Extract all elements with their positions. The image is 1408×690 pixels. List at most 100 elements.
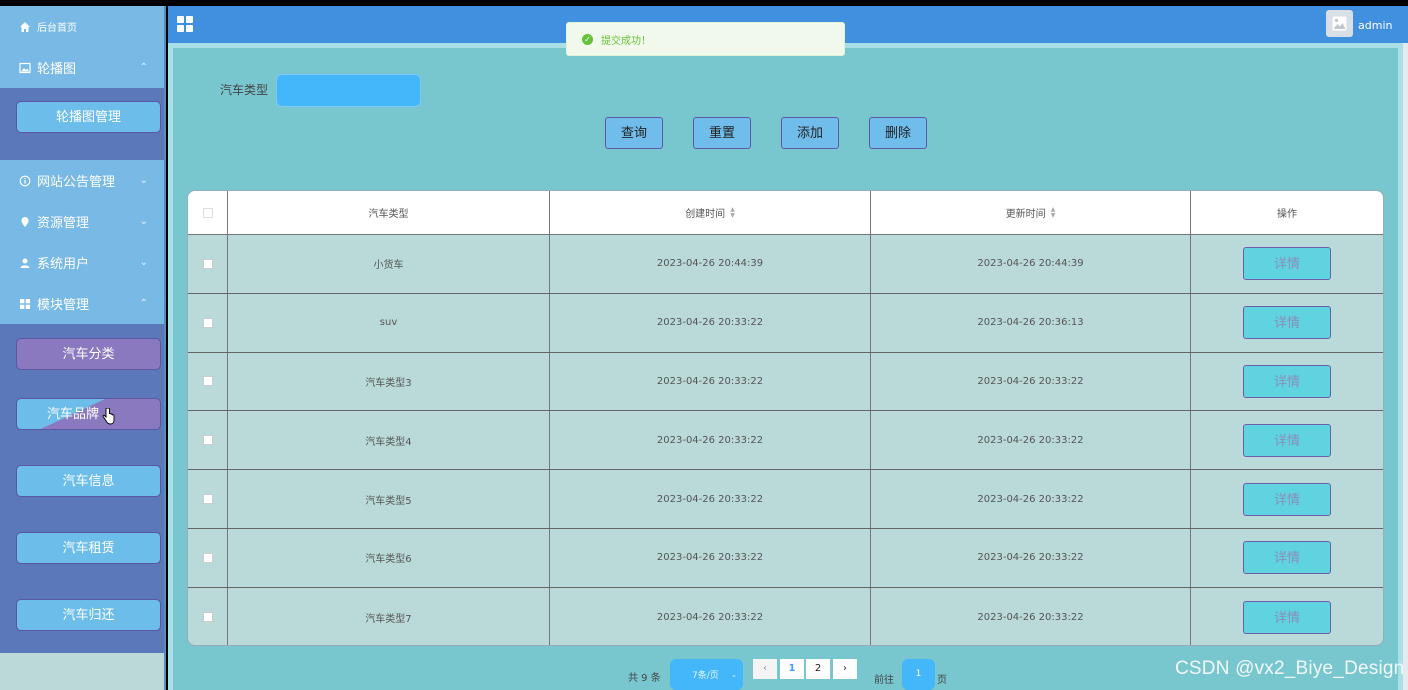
- cell-updated: 2023-04-26 20:33:22: [871, 352, 1191, 411]
- location-icon: [18, 215, 32, 229]
- sidebar-item-car-info[interactable]: 汽车信息: [16, 465, 161, 497]
- pointer-cursor-icon: [102, 406, 115, 436]
- chevron-up-icon: ⌃: [139, 62, 148, 73]
- row-checkbox[interactable]: [202, 494, 213, 505]
- avatar[interactable]: [1326, 10, 1353, 37]
- sidebar-item-label: 系统用户: [37, 257, 90, 272]
- sidebar-item-label: 轮播图: [37, 62, 77, 77]
- sidebar-item-label: 汽车品牌: [47, 406, 100, 421]
- table-row: 汽车类型5 2023-04-26 20:33:22 2023-04-26 20:33…: [188, 470, 1383, 529]
- car-type-input[interactable]: [276, 74, 421, 107]
- avatar-image-icon: [1332, 16, 1347, 31]
- cell-updated: 2023-04-26 20:33:22: [871, 470, 1191, 528]
- add-button[interactable]: 添加: [781, 117, 839, 149]
- cell-created: 2023-04-26 20:33:22: [550, 411, 871, 470]
- chevron-down-icon: ⌄: [139, 216, 148, 227]
- content-panel: 汽车类型 查询 重置 添加 删除 汽车类型 创建时间 ▲ ▼ 更新时间 ▲ ▼ 操作…: [173, 48, 1398, 690]
- table-header: 汽车类型 创建时间 ▲ ▼ 更新时间 ▲ ▼ 操作: [188, 191, 1383, 235]
- total-count: 共 9 条: [628, 673, 661, 684]
- page-size-select[interactable]: 7条/页 ⌄: [670, 659, 743, 690]
- sidebar-item-car-return[interactable]: 汽车归还: [16, 599, 161, 631]
- cell-created: 2023-04-26 20:33:22: [550, 352, 871, 411]
- sidebar-item-carousel-manage[interactable]: 轮播图管理: [16, 101, 161, 133]
- cell-created: 2023-04-26 20:33:22: [550, 528, 871, 587]
- chevron-down-icon: ⌄: [731, 670, 737, 679]
- select-all-checkbox[interactable]: [202, 207, 213, 218]
- sidebar-item-users[interactable]: 系统用户 ⌄: [0, 242, 164, 283]
- watermark: CSDN @vx2_Biye_Design: [1175, 658, 1405, 679]
- row-checkbox[interactable]: [202, 552, 213, 563]
- sidebar-item-label: 网站公告管理: [37, 175, 116, 190]
- data-table: 汽车类型 创建时间 ▲ ▼ 更新时间 ▲ ▼ 操作 小货车 2023-04-26 20…: [187, 190, 1384, 646]
- delete-button[interactable]: 删除: [869, 117, 927, 149]
- row-checkbox[interactable]: [202, 317, 213, 328]
- user-icon: [18, 256, 32, 270]
- cell-updated: 2023-04-26 20:36:13: [871, 293, 1191, 352]
- sort-icon[interactable]: ▲ ▼: [1051, 206, 1056, 219]
- cell-updated: 2023-04-26 20:44:39: [871, 235, 1191, 293]
- cell-created: 2023-04-26 20:44:39: [550, 235, 871, 293]
- sidebar-item-car-brand[interactable]: 汽车品牌: [16, 398, 161, 430]
- toast-message: 提交成功！: [601, 35, 651, 47]
- detail-button[interactable]: 详情: [1243, 482, 1331, 516]
- sidebar-item-notice[interactable]: 网站公告管理 ⌄: [0, 160, 164, 201]
- cell-type: 汽车类型7: [228, 587, 550, 645]
- column-header-updated[interactable]: 更新时间 ▲ ▼: [871, 191, 1191, 234]
- sidebar-item-car-rental[interactable]: 汽车租赁: [16, 532, 161, 564]
- reset-button[interactable]: 重置: [693, 117, 751, 149]
- sidebar: 后台首页 轮播图 ⌃ 轮播图管理 网站公告管理 ⌄ 资源管理 ⌄ 系统用户 ⌄ …: [0, 6, 166, 690]
- table-row: 汽车类型6 2023-04-26 20:33:22 2023-04-26 20:33…: [188, 528, 1383, 588]
- row-checkbox[interactable]: [202, 435, 213, 446]
- grid-icon: [18, 297, 32, 311]
- username[interactable]: admin: [1358, 19, 1392, 32]
- page-1-button[interactable]: 1: [780, 659, 804, 679]
- next-page-button[interactable]: ›: [833, 659, 857, 679]
- cell-type: 汽车类型3: [228, 352, 550, 411]
- chevron-up-icon: ⌃: [139, 298, 148, 309]
- filter-label: 汽车类型: [220, 83, 269, 97]
- query-button[interactable]: 查询: [605, 117, 663, 149]
- info-icon: [18, 174, 32, 188]
- cell-type: suv: [228, 293, 550, 352]
- check-circle-icon: ✓: [582, 33, 593, 45]
- cell-type: 小货车: [228, 235, 550, 293]
- cell-updated: 2023-04-26 20:33:22: [871, 528, 1191, 587]
- cell-type: 汽车类型4: [228, 411, 550, 470]
- row-checkbox[interactable]: [202, 258, 213, 269]
- sidebar-item-label: 后台首页: [37, 23, 77, 34]
- detail-button[interactable]: 详情: [1243, 364, 1331, 398]
- sidebar-item-home[interactable]: 后台首页: [0, 6, 164, 47]
- chevron-down-icon: ⌄: [139, 257, 148, 268]
- detail-button[interactable]: 详情: [1243, 423, 1331, 457]
- row-checkbox[interactable]: [202, 612, 213, 623]
- table-body: 小货车 2023-04-26 20:44:39 2023-04-26 20:44:3…: [188, 235, 1383, 645]
- column-header-action: 操作: [1277, 209, 1297, 220]
- table-row: 汽车类型7 2023-04-26 20:33:22 2023-04-26 20:33…: [188, 587, 1383, 645]
- detail-button[interactable]: 详情: [1243, 247, 1331, 281]
- detail-button[interactable]: 详情: [1243, 541, 1331, 575]
- sidebar-item-car-category[interactable]: 汽车分类: [16, 338, 161, 370]
- detail-button[interactable]: 详情: [1243, 306, 1331, 340]
- goto-suffix: 页: [937, 675, 947, 686]
- sidebar-item-modules[interactable]: 模块管理 ⌃: [0, 283, 164, 324]
- cell-updated: 2023-04-26 20:33:22: [871, 587, 1191, 645]
- column-header-created[interactable]: 创建时间 ▲ ▼: [550, 191, 871, 234]
- column-header-type: 汽车类型: [228, 191, 550, 234]
- prev-page-button[interactable]: ‹: [753, 659, 777, 679]
- goto-label: 前往: [874, 675, 894, 686]
- sidebar-item-carousel[interactable]: 轮播图 ⌃: [0, 47, 164, 88]
- cell-created: 2023-04-26 20:33:22: [550, 293, 871, 352]
- cell-type: 汽车类型5: [228, 470, 550, 528]
- page-2-button[interactable]: 2: [806, 659, 830, 679]
- detail-button[interactable]: 详情: [1243, 600, 1331, 634]
- main-content: 汽车类型 查询 重置 添加 删除 汽车类型 创建时间 ▲ ▼ 更新时间 ▲ ▼ 操作…: [168, 43, 1403, 690]
- goto-page-input[interactable]: 1: [902, 659, 935, 690]
- cell-type: 汽车类型6: [228, 528, 550, 587]
- scrollbar[interactable]: [1403, 43, 1408, 690]
- chevron-down-icon: ⌄: [139, 175, 148, 186]
- sidebar-item-resource[interactable]: 资源管理 ⌄: [0, 201, 164, 242]
- menu-grid-icon[interactable]: [177, 16, 193, 32]
- row-checkbox[interactable]: [202, 376, 213, 387]
- table-row: 汽车类型4 2023-04-26 20:33:22 2023-04-26 20:33…: [188, 411, 1383, 471]
- sort-icon[interactable]: ▲ ▼: [730, 206, 735, 219]
